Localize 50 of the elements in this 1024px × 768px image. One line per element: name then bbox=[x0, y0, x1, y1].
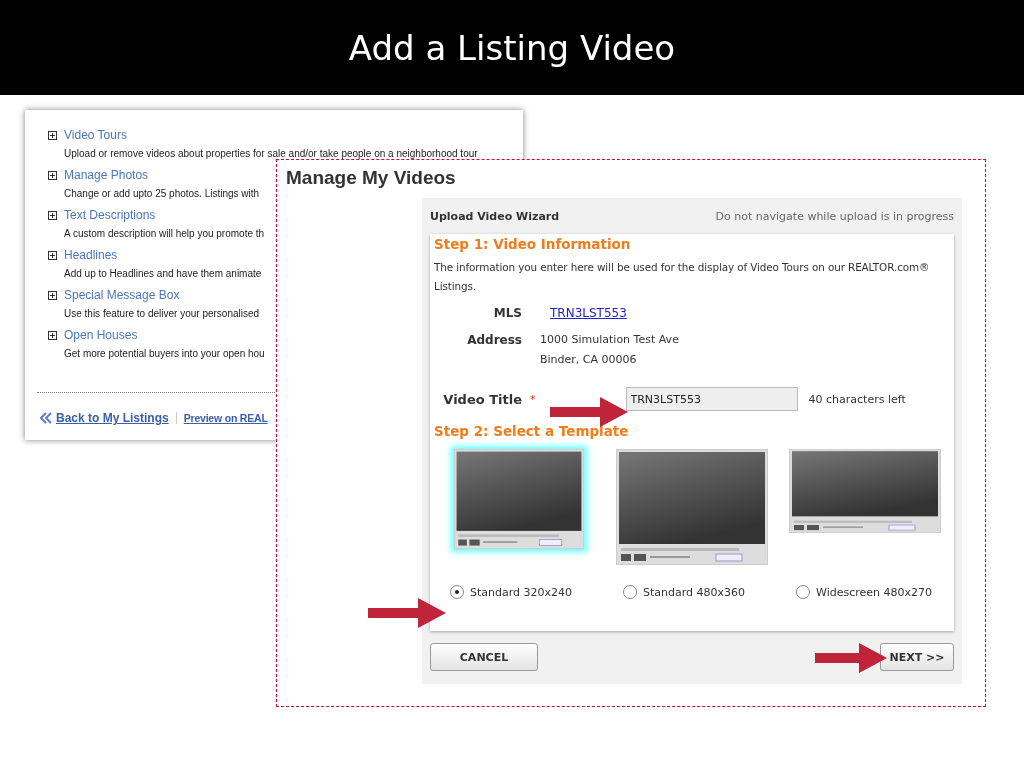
radio-button[interactable] bbox=[623, 585, 637, 599]
field-label: MLS bbox=[492, 306, 522, 320]
expand-icon[interactable] bbox=[48, 130, 57, 140]
expand-icon[interactable] bbox=[48, 330, 57, 340]
arrow-icon bbox=[815, 642, 887, 674]
radio-button[interactable] bbox=[450, 585, 464, 599]
section-description: A custom description will help you promote th bbox=[64, 228, 265, 241]
slide-title: Add a Listing Video bbox=[348, 27, 676, 68]
section-description: Add up to Headlines and have them animate bbox=[64, 268, 262, 281]
template-label: Standard 480x360 bbox=[643, 585, 746, 599]
section-description: Get more potential buyers into your open hou bbox=[64, 348, 265, 361]
section-description: Upload or remove videos about properties for sale and/or take people on a neighborhood tour bbox=[64, 148, 478, 161]
expand-icon[interactable] bbox=[48, 250, 57, 260]
chars-left: 40 characters left bbox=[808, 392, 906, 406]
arrow-icon bbox=[368, 597, 446, 629]
next-button[interactable]: NEXT >> bbox=[880, 643, 954, 671]
section-link[interactable]: Headlines bbox=[64, 248, 118, 262]
field-label: Video Title bbox=[442, 391, 522, 407]
double-chevron-icon bbox=[40, 412, 52, 424]
section-link[interactable]: Video Tours bbox=[64, 128, 127, 142]
radio-button[interactable] bbox=[796, 585, 810, 599]
section-link[interactable]: Open Houses bbox=[64, 328, 138, 342]
expand-icon[interactable] bbox=[48, 210, 57, 220]
player-thumbnail[interactable] bbox=[454, 449, 584, 549]
page-title: Manage My Videos bbox=[286, 167, 457, 189]
required-mark: * bbox=[530, 392, 536, 406]
intro-text: The information you enter here will be used for the display of Video Tours on our REALTOR.com® Listings. bbox=[434, 260, 931, 294]
expand-icon[interactable] bbox=[48, 290, 57, 300]
section-description: Change or add upto 25 photos. Listings with bbox=[64, 188, 260, 201]
mls-link[interactable]: TRN3LST553 bbox=[550, 306, 627, 320]
section-link[interactable]: Manage Photos bbox=[64, 168, 149, 182]
address-line: 1000 Simulation Test Ave bbox=[540, 332, 679, 348]
player-thumbnail[interactable] bbox=[616, 449, 768, 565]
expand-icon[interactable] bbox=[48, 170, 57, 180]
template-label: Widescreen 480x270 bbox=[816, 585, 932, 599]
section-link[interactable]: Text Descriptions bbox=[64, 208, 156, 222]
address-line: Binder, CA 00006 bbox=[540, 352, 638, 368]
section-description: Use this feature to deliver your personalised bbox=[64, 308, 260, 321]
step-heading: Step 1: Video Information bbox=[434, 236, 632, 252]
template-label: Standard 320x240 bbox=[470, 585, 573, 599]
player-thumbnail[interactable] bbox=[789, 449, 941, 533]
back-link[interactable]: Back to My Listings bbox=[56, 411, 169, 425]
upload-notice: Do not navigate while upload is in progress bbox=[715, 209, 954, 223]
field-label: Address bbox=[466, 333, 522, 347]
wizard-title: Upload Video Wizard bbox=[430, 209, 560, 223]
step-heading: Step 2: Select a Template bbox=[434, 423, 630, 439]
title-input[interactable]: TRN3LST553 bbox=[625, 387, 798, 411]
section-link[interactable]: Special Message Box bbox=[64, 288, 180, 302]
cancel-button[interactable]: CANCEL bbox=[430, 643, 538, 671]
preview-link[interactable]: Preview on REAL bbox=[183, 412, 268, 424]
